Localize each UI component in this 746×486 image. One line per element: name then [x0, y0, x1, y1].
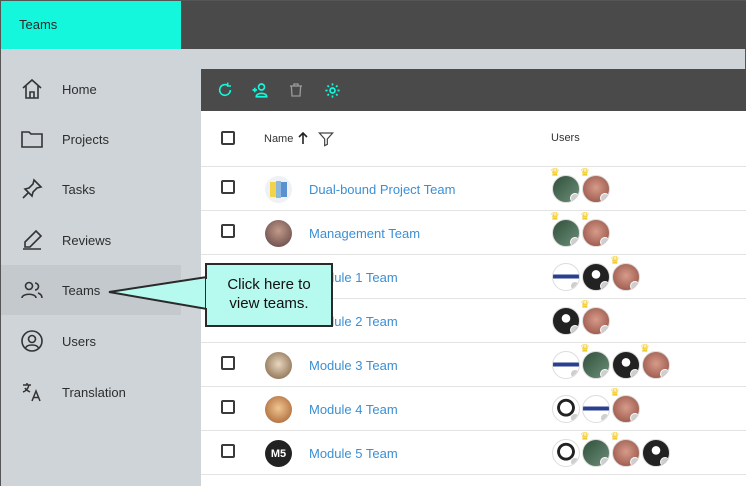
toolbar: [201, 69, 746, 111]
crown-icon: ♛: [640, 343, 650, 355]
table-row: M5 Module 5 Team ♛ ♛: [201, 431, 746, 475]
sidebar-item-home[interactable]: Home: [1, 64, 181, 114]
crown-icon: ♛: [580, 211, 590, 223]
user-avatar[interactable]: [552, 263, 580, 291]
top-bar: Teams: [1, 1, 746, 49]
app-title: Teams: [1, 1, 181, 49]
sidebar-item-label: Teams: [62, 282, 101, 298]
user-avatar[interactable]: [582, 263, 610, 291]
crown-icon: ♛: [580, 431, 590, 443]
row-checkbox[interactable]: [221, 444, 235, 458]
translate-icon: [19, 379, 45, 405]
table-row: Dual-bound Project Team ♛ ♛: [201, 167, 746, 211]
crown-icon: ♛: [580, 343, 590, 355]
user-avatar[interactable]: [582, 175, 610, 203]
user-avatar[interactable]: [582, 395, 610, 423]
sidebar-item-translation[interactable]: Translation: [1, 367, 181, 417]
user-avatar[interactable]: [612, 351, 640, 379]
name-column-header[interactable]: Name: [264, 133, 293, 145]
table-row: Module 3 Team ♛ ♛: [201, 343, 746, 387]
user-circle-icon: [19, 328, 45, 354]
team-avatar: M5: [265, 440, 292, 467]
select-all-checkbox[interactable]: [221, 131, 235, 145]
callout-tooltip: Click here to view teams.: [205, 263, 333, 327]
user-avatar[interactable]: [582, 351, 610, 379]
sidebar-item-label: Projects: [62, 131, 109, 147]
table-row: Module 4 Team ♛: [201, 387, 746, 431]
crown-icon: ♛: [580, 299, 590, 311]
home-icon: [19, 76, 45, 102]
people-icon: [19, 277, 45, 303]
team-name-link[interactable]: Module 5 Team: [309, 446, 398, 461]
user-avatar[interactable]: [552, 395, 580, 423]
users-column-header: Users: [551, 132, 580, 144]
row-checkbox[interactable]: [221, 180, 235, 194]
sidebar-item-label: Users: [62, 333, 96, 349]
row-checkbox[interactable]: [221, 356, 235, 370]
team-name-link[interactable]: Management Team: [309, 226, 420, 241]
settings-icon[interactable]: [322, 80, 342, 100]
user-avatar[interactable]: [642, 351, 670, 379]
user-avatar[interactable]: [612, 439, 640, 467]
team-avatar: [265, 176, 292, 203]
table-header: Name Users: [201, 111, 746, 167]
user-avatar[interactable]: [582, 439, 610, 467]
add-user-icon[interactable]: [250, 80, 270, 100]
user-avatar[interactable]: [582, 219, 610, 247]
user-avatar[interactable]: [612, 395, 640, 423]
user-avatar[interactable]: [552, 307, 580, 335]
crown-icon: ♛: [610, 431, 620, 443]
sidebar-item-label: Home: [62, 81, 97, 97]
user-avatar[interactable]: [552, 175, 580, 203]
user-avatar[interactable]: [612, 263, 640, 291]
callout-line-1: Click here to: [227, 276, 311, 293]
sort-ascending-icon[interactable]: [298, 131, 308, 150]
callout-pointer-cover: [206, 279, 209, 308]
sidebar-item-label: Reviews: [62, 232, 112, 248]
team-name-link[interactable]: Dual-bound Project Team: [309, 182, 455, 197]
row-checkbox[interactable]: [221, 400, 235, 414]
team-name-link[interactable]: Module 3 Team: [309, 358, 398, 373]
team-avatar: [265, 220, 292, 247]
callout-pointer: [108, 276, 208, 310]
user-avatar[interactable]: [552, 351, 580, 379]
sidebar-item-label: Translation: [62, 384, 126, 400]
team-avatar: [265, 396, 292, 423]
crown-icon: ♛: [610, 387, 620, 399]
row-checkbox[interactable]: [221, 224, 235, 238]
user-avatar[interactable]: [582, 307, 610, 335]
sidebar-item-projects[interactable]: Projects: [1, 114, 181, 164]
refresh-icon[interactable]: [215, 80, 235, 100]
callout-line-2: view teams.: [229, 295, 309, 312]
crown-icon: ♛: [580, 167, 590, 179]
pin-icon: [19, 176, 45, 202]
crown-icon: ♛: [550, 211, 560, 223]
crown-icon: ♛: [610, 255, 620, 267]
folder-icon: [19, 126, 45, 152]
team-avatar: [265, 352, 292, 379]
user-avatar[interactable]: [552, 439, 580, 467]
user-avatar[interactable]: [642, 439, 670, 467]
sidebar-item-label: Tasks: [62, 181, 96, 197]
filter-icon[interactable]: [317, 131, 335, 152]
crown-icon: ♛: [550, 167, 560, 179]
sidebar-item-reviews[interactable]: Reviews: [1, 215, 181, 265]
trash-icon[interactable]: [286, 80, 306, 100]
pen-icon: [19, 227, 45, 253]
sidebar-item-tasks[interactable]: Tasks: [1, 164, 181, 214]
user-avatar[interactable]: [552, 219, 580, 247]
table-row: Management Team ♛ ♛: [201, 211, 746, 255]
team-name-link[interactable]: Module 4 Team: [309, 402, 398, 417]
